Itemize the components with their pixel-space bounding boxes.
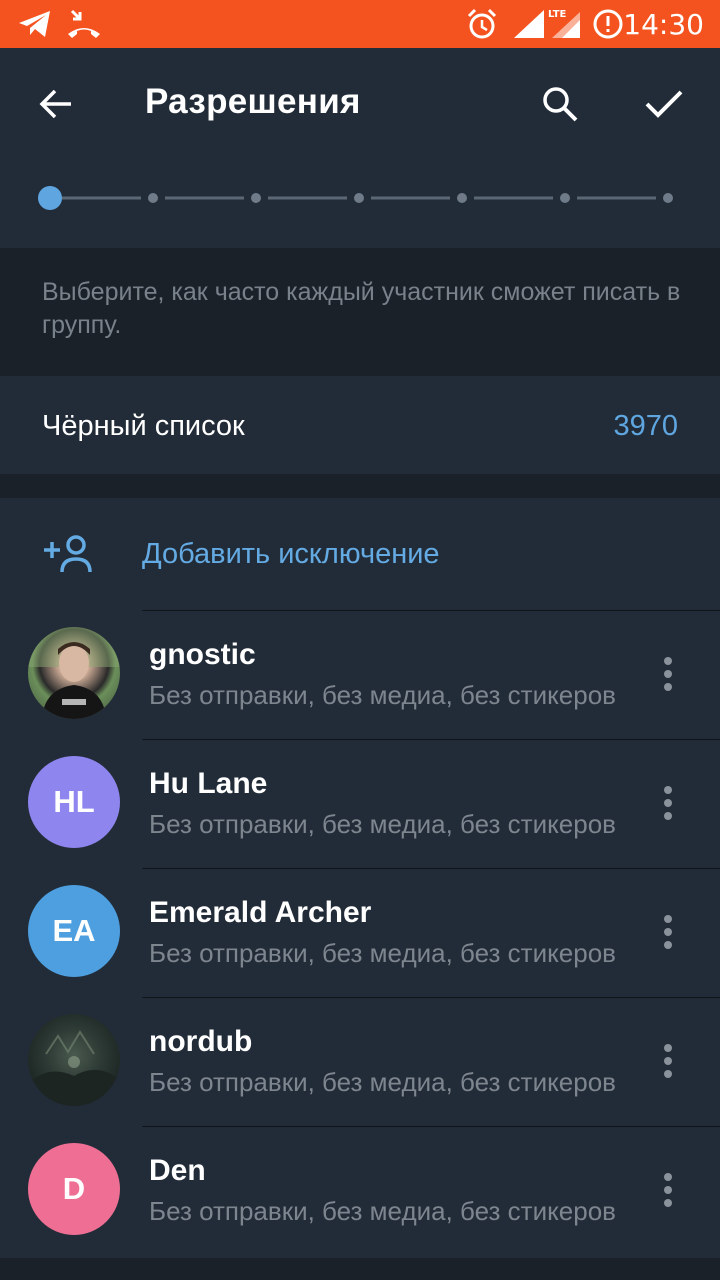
blacklist-label: Чёрный список <box>42 410 245 442</box>
blacklist-count: 3970 <box>613 410 678 442</box>
alarm-icon <box>467 8 497 39</box>
user-row[interactable]: nordub Без отправки, без медиа, без стик… <box>0 997 720 1126</box>
slider-step[interactable] <box>663 193 673 203</box>
more-options-button[interactable] <box>648 642 688 706</box>
toolbar: Разрешения <box>0 48 720 160</box>
user-row[interactable]: gnostic Без отправки, без медиа, без сти… <box>0 610 720 739</box>
user-restrictions: Без отправки, без медиа, без стикеров <box>149 938 616 968</box>
slider-track[interactable] <box>0 160 720 248</box>
avatar-photo <box>28 1030 120 1106</box>
avatar <box>28 1014 120 1106</box>
avatar: HL <box>28 756 120 848</box>
add-exception-button[interactable]: Добавить исключение <box>0 498 720 610</box>
user-name: Hu Lane <box>149 767 268 800</box>
missed-call-icon <box>68 9 100 38</box>
svg-text:LTE: LTE <box>548 9 567 20</box>
user-restrictions: Без отправки, без медиа, без стикеров <box>149 1067 616 1097</box>
user-row[interactable]: D Den Без отправки, без медиа, без стике… <box>0 1126 720 1255</box>
search-icon <box>543 87 578 122</box>
divider <box>142 610 720 611</box>
divider <box>142 1126 720 1127</box>
exceptions-section: Добавить исключение gnostic Без отправки… <box>0 498 720 1258</box>
more-options-button[interactable] <box>648 1029 688 1093</box>
divider <box>142 739 720 740</box>
user-restrictions: Без отправки, без медиа, без стикеров <box>149 680 616 710</box>
more-vertical-icon <box>664 915 672 949</box>
add-user-icon <box>44 535 92 573</box>
user-name: Emerald Archer <box>149 896 372 929</box>
avatar: EA <box>28 885 120 977</box>
divider <box>142 868 720 869</box>
slow-mode-hint: Выберите, как часто каждый участник смож… <box>0 248 720 374</box>
telegram-icon <box>19 11 50 37</box>
user-row[interactable]: EA Emerald Archer Без отправки, без меди… <box>0 868 720 997</box>
slow-mode-slider[interactable] <box>0 160 720 248</box>
status-time: 14:30 <box>623 8 704 41</box>
back-arrow-icon <box>39 89 71 119</box>
slider-thumb[interactable] <box>38 186 62 210</box>
avatar-photo <box>28 627 120 719</box>
search-button[interactable] <box>528 72 592 136</box>
page-title: Разрешения <box>145 82 361 121</box>
more-options-button[interactable] <box>648 771 688 835</box>
slider-step[interactable] <box>560 193 570 203</box>
more-vertical-icon <box>664 1044 672 1078</box>
status-bar: LTE 14:30 <box>0 0 720 48</box>
user-row[interactable]: HL Hu Lane Без отправки, без медиа, без … <box>0 739 720 868</box>
user-name: gnostic <box>149 638 256 671</box>
slider-step[interactable] <box>148 193 158 203</box>
back-button[interactable] <box>24 72 88 136</box>
avatar: D <box>28 1143 120 1235</box>
confirm-button[interactable] <box>632 72 696 136</box>
add-exception-label: Добавить исключение <box>142 538 440 570</box>
user-restrictions: Без отправки, без медиа, без стикеров <box>149 809 616 839</box>
more-vertical-icon <box>664 657 672 691</box>
slider-step[interactable] <box>251 193 261 203</box>
more-options-button[interactable] <box>648 1158 688 1222</box>
more-options-button[interactable] <box>648 900 688 964</box>
avatar <box>28 627 120 719</box>
alert-icon <box>593 9 623 39</box>
slider-step[interactable] <box>354 193 364 203</box>
user-name: nordub <box>149 1025 253 1058</box>
divider <box>142 997 720 998</box>
more-vertical-icon <box>664 1173 672 1207</box>
more-vertical-icon <box>664 786 672 820</box>
signal-icon <box>514 10 544 38</box>
checkmark-icon <box>645 90 683 118</box>
user-restrictions: Без отправки, без медиа, без стикеров <box>149 1196 616 1226</box>
lte-signal-icon: LTE <box>548 9 580 38</box>
slider-step[interactable] <box>457 193 467 203</box>
blacklist-row[interactable]: Чёрный список 3970 <box>0 376 720 474</box>
hint-text: Выберите, как часто каждый участник смож… <box>42 278 681 339</box>
user-name: Den <box>149 1154 206 1187</box>
